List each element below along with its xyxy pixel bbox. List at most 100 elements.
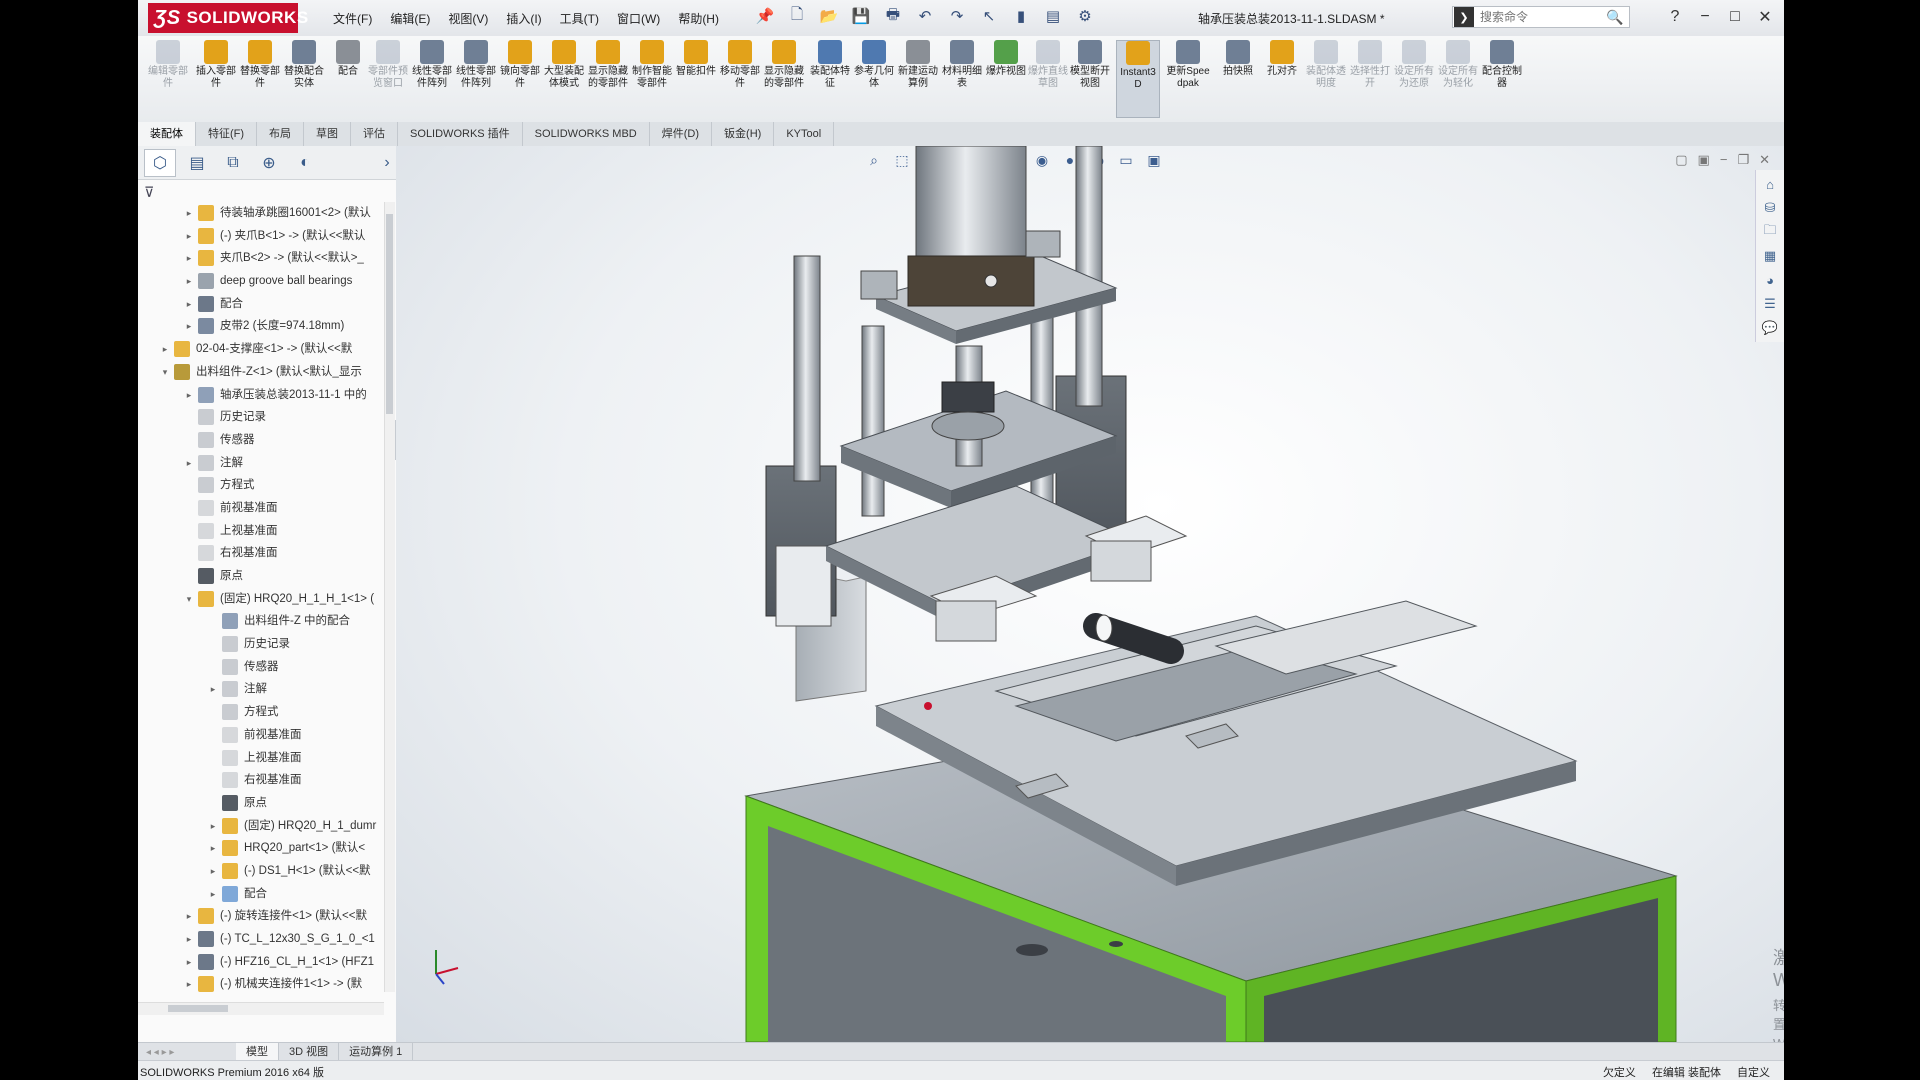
- expand-arrow-icon[interactable]: ▾: [184, 588, 194, 611]
- expand-arrow-icon[interactable]: ▸: [208, 678, 218, 701]
- ribbon-button[interactable]: 显示隐藏的零部件: [762, 40, 806, 118]
- save-icon[interactable]: 💾: [850, 5, 872, 27]
- feature-manager-tab-icon[interactable]: ⬡: [144, 148, 176, 177]
- design-library-icon[interactable]: ⛁: [1760, 198, 1780, 218]
- view-palette-icon[interactable]: ▦: [1760, 246, 1780, 266]
- ribbon-button[interactable]: 零部件预览窗口: [366, 40, 410, 118]
- ribbon-button[interactable]: 设定所有为轻化: [1436, 40, 1480, 118]
- ribbon-button[interactable]: 线性零部件阵列: [410, 40, 454, 118]
- ribbon-button[interactable]: 智能扣件: [674, 40, 718, 118]
- menu-item[interactable]: 工具(T): [551, 10, 608, 27]
- menu-item[interactable]: 帮助(H): [669, 10, 728, 27]
- command-tab[interactable]: 草图: [304, 122, 352, 146]
- tree-node[interactable]: ▸ (-) TC_L_12x30_S_G_1_0_<1: [138, 928, 384, 951]
- menu-item[interactable]: 插入(I): [497, 10, 550, 27]
- new-document-icon[interactable]: 🗋: [786, 5, 808, 27]
- tree-node[interactable]: 前视基准面: [138, 724, 384, 747]
- expand-arrow-icon[interactable]: ▸: [184, 384, 194, 407]
- open-folder-icon[interactable]: 📂: [818, 5, 840, 27]
- ribbon-button[interactable]: 爆炸视图: [984, 40, 1028, 118]
- ribbon-button[interactable]: Instant3D: [1116, 40, 1160, 118]
- bottom-tab[interactable]: 3D 视图: [279, 1043, 340, 1061]
- ribbon-button[interactable]: 装配体特征: [808, 40, 852, 118]
- ribbon-button[interactable]: 孔对齐: [1260, 40, 1304, 118]
- tree-node[interactable]: 历史记录: [138, 406, 384, 429]
- search-input[interactable]: [1478, 9, 1602, 25]
- expand-arrow-icon[interactable]: ▸: [208, 837, 218, 860]
- tree-node[interactable]: 右视基准面: [138, 542, 384, 565]
- command-tab[interactable]: 钣金(H): [712, 122, 775, 146]
- maximize-icon[interactable]: □: [1722, 4, 1748, 30]
- expand-arrow-icon[interactable]: ▸: [184, 951, 194, 974]
- ribbon-button[interactable]: 线性零部件阵列: [454, 40, 498, 118]
- tree-filter-icon[interactable]: ⊽: [144, 184, 154, 201]
- command-tab[interactable]: 特征(F): [196, 122, 258, 146]
- expand-arrow-icon[interactable]: ▸: [184, 928, 194, 951]
- appearances-scenes-icon[interactable]: ◕: [1760, 270, 1780, 290]
- tree-node[interactable]: ▸ 注解: [138, 678, 384, 701]
- expand-panel-icon[interactable]: ›: [378, 150, 396, 176]
- print-icon[interactable]: 🖶: [882, 5, 904, 27]
- solidworks-resources-icon[interactable]: ⌂: [1760, 174, 1780, 194]
- ribbon-button[interactable]: 大型装配体模式: [542, 40, 586, 118]
- redo-icon[interactable]: ↷: [946, 5, 968, 27]
- tree-node[interactable]: 前视基准面: [138, 497, 384, 520]
- expand-arrow-icon[interactable]: ▸: [184, 225, 194, 248]
- ribbon-button[interactable]: 更新Speedpak: [1166, 40, 1210, 118]
- tree-node[interactable]: 传感器: [138, 656, 384, 679]
- pin-icon[interactable]: 📌: [754, 5, 776, 27]
- ribbon-button[interactable]: 参考几何体: [852, 40, 896, 118]
- tree-node[interactable]: 上视基准面: [138, 520, 384, 543]
- expand-arrow-icon[interactable]: ▸: [160, 338, 170, 361]
- ribbon-button[interactable]: 显示隐藏的零部件: [586, 40, 630, 118]
- menu-item[interactable]: 编辑(E): [381, 10, 439, 27]
- ribbon-button[interactable]: 材料明细表: [940, 40, 984, 118]
- command-tab[interactable]: 评估: [351, 122, 399, 146]
- command-tab[interactable]: SOLIDWORKS MBD: [523, 122, 650, 146]
- expand-arrow-icon[interactable]: ▸: [184, 973, 194, 992]
- tree-node[interactable]: 出料组件-Z 中的配合: [138, 610, 384, 633]
- select-arrow-icon[interactable]: ↖: [978, 5, 1000, 27]
- tree-node[interactable]: ▸ deep groove ball bearings: [138, 270, 384, 293]
- expand-arrow-icon[interactable]: ▸: [184, 247, 194, 270]
- graphics-area[interactable]: ⌕ ⬚ ⟲ ◩ ⬢ ◧ ◉ ● ◍ ▭ ▣ ▢ ▣ − ❐ ✕: [396, 146, 1784, 1042]
- configuration-manager-tab-icon[interactable]: ⧉: [218, 150, 248, 176]
- ribbon-button[interactable]: 拍快照: [1216, 40, 1260, 118]
- command-tab[interactable]: 焊件(D): [650, 122, 713, 146]
- expand-arrow-icon[interactable]: ▸: [184, 905, 194, 928]
- options-gear-icon[interactable]: ⚙: [1074, 5, 1096, 27]
- command-tab[interactable]: 装配体: [138, 122, 196, 146]
- tree-node[interactable]: ▸ (-) DS1_H<1> (默认<<默: [138, 860, 384, 883]
- tree-node[interactable]: ▸ HRQ20_part<1> (默认<: [138, 837, 384, 860]
- tree-node[interactable]: ▸ 皮带2 (长度=974.18mm): [138, 315, 384, 338]
- forum-icon[interactable]: 💬: [1760, 318, 1780, 338]
- property-manager-tab-icon[interactable]: ▤: [182, 150, 212, 176]
- tree-node[interactable]: ▾ (固定) HRQ20_H_1_H_1<1> (: [138, 588, 384, 611]
- tree-node[interactable]: 历史记录: [138, 633, 384, 656]
- tree-node[interactable]: ▸ 02-04-支撑座<1> -> (默认<<默: [138, 338, 384, 361]
- tree-node[interactable]: 方程式: [138, 474, 384, 497]
- expand-arrow-icon[interactable]: ▸: [208, 883, 218, 906]
- menu-item[interactable]: 视图(V): [439, 10, 497, 27]
- tree-horizontal-scrollbar[interactable]: [138, 1002, 384, 1015]
- ribbon-button[interactable]: 选择性打开: [1348, 40, 1392, 118]
- dimxpert-manager-tab-icon[interactable]: ⊕: [254, 150, 284, 176]
- tab-scroll-arrows-icon[interactable]: ◂ ◂ ▸ ▸: [138, 1047, 236, 1058]
- tree-node[interactable]: ▸ 配合: [138, 293, 384, 316]
- command-tab[interactable]: KYTool: [774, 122, 835, 146]
- tree-node[interactable]: ▸ (-) 机械夹连接件1<1> -> (默: [138, 973, 384, 992]
- tree-node[interactable]: ▸ (-) 旋转连接件<1> (默认<<默: [138, 905, 384, 928]
- expand-arrow-icon[interactable]: ▸: [184, 452, 194, 475]
- file-properties-icon[interactable]: ▤: [1042, 5, 1064, 27]
- command-tab[interactable]: 布局: [257, 122, 305, 146]
- search-commands-box[interactable]: ❯ 🔍: [1452, 6, 1630, 28]
- ribbon-button[interactable]: 配合: [326, 40, 370, 118]
- ribbon-button[interactable]: 制作智能零部件: [630, 40, 674, 118]
- ribbon-button[interactable]: 镜向零部件: [498, 40, 542, 118]
- ribbon-button[interactable]: 模型断开视图: [1068, 40, 1112, 118]
- ribbon-button[interactable]: 爆炸直线草图: [1026, 40, 1070, 118]
- ribbon-button[interactable]: 装配体透明度: [1304, 40, 1348, 118]
- expand-arrow-icon[interactable]: ▸: [184, 293, 194, 316]
- solidworks-logo[interactable]: ƷS SOLIDWORKS: [148, 3, 308, 33]
- expand-arrow-icon[interactable]: ▸: [184, 202, 194, 225]
